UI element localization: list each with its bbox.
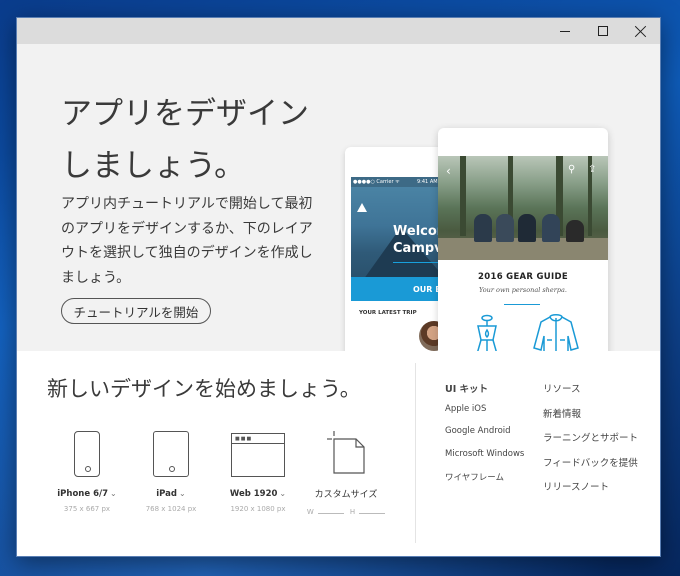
preset-iphone-size: 375 x 667 px (63, 505, 111, 513)
ui-kit-heading[interactable]: UI キット (445, 381, 524, 404)
back-chevron-icon: ‹ (446, 164, 451, 178)
link-microsoft-windows[interactable]: Microsoft Windows (445, 449, 524, 472)
hero-title: アプリをデザインしましょう。 (61, 96, 309, 184)
browser-window-icon: ■■■ (231, 433, 285, 477)
blog-button: OUR BLOG (351, 277, 453, 301)
custom-size-label: カスタムサイズ (314, 490, 378, 500)
tablet-icon (153, 431, 189, 477)
chevron-down-icon[interactable]: ⌄ (110, 489, 117, 498)
start-tutorial-button[interactable]: チュートリアルを開始 (61, 298, 211, 324)
status-carrier: ●●●●○ Carrier ᯤ (353, 179, 400, 185)
close-icon (635, 25, 647, 37)
preset-ipad-size: 768 x 1024 px (145, 505, 197, 513)
latest-trip-label: YOUR LATEST TRIP (359, 310, 417, 316)
share-icon: ⇪ (588, 164, 597, 175)
hero-section: アプリをデザインしましょう。 アプリ内チュートリアルで開始して最初のアプリをデザ… (17, 44, 660, 351)
gear-guide-title: 2016 GEAR GUIDE (478, 272, 568, 282)
title-bar[interactable] (17, 18, 660, 44)
new-design-section: 新しいデザインを始めましょう。 iPhone 6/7 ⌄ 375 x 667 px… (17, 351, 660, 556)
preset-ipad[interactable]: iPad ⌄ 768 x 1024 px (141, 431, 201, 513)
preset-ipad-label: iPad (156, 489, 178, 499)
tent-logo-icon (357, 203, 367, 212)
link-resources[interactable]: リソース (543, 381, 638, 406)
minimize-button[interactable] (546, 18, 584, 44)
custom-size-icon (327, 431, 365, 474)
divider (415, 363, 416, 543)
height-field[interactable]: H (350, 506, 386, 516)
phone-icon (74, 431, 100, 477)
chevron-down-icon[interactable]: ⌄ (179, 489, 186, 498)
jacket-icon (533, 314, 579, 351)
link-feedback[interactable]: フィードバックを提供 (543, 455, 638, 480)
maximize-button[interactable] (584, 18, 622, 44)
preset-custom[interactable]: カスタムサイズ W H (303, 429, 389, 516)
status-time: 9:41 AM (417, 179, 438, 185)
preview-phone-back: ●●●●○ Carrier ᯤ 9:41 AM Welcome to Campv… (345, 147, 453, 351)
hero-description: アプリ内チュートリアルで開始して最初のアプリをデザインするか、下のレイアウトを選… (61, 196, 313, 286)
close-button[interactable] (622, 18, 660, 44)
preset-web-size: 1920 x 1080 px (230, 505, 286, 513)
link-apple-ios[interactable]: Apple iOS (445, 404, 524, 427)
search-icon: ⚲ (568, 164, 576, 175)
preset-iphone[interactable]: iPhone 6/7 ⌄ 375 x 667 px (57, 431, 117, 513)
maximize-icon (598, 26, 608, 36)
chevron-down-icon[interactable]: ⌄ (279, 489, 286, 498)
link-learning-support[interactable]: ラーニングとサポート (543, 430, 638, 455)
link-google-android[interactable]: Google Android (445, 426, 524, 449)
width-field[interactable]: W (307, 506, 344, 516)
app-window: アプリをデザインしましょう。 アプリ内チュートリアルで開始して最初のアプリをデザ… (16, 17, 661, 557)
start-title: 新しいデザインを始めましょう。 (47, 377, 361, 401)
preset-iphone-label: iPhone 6/7 (57, 489, 109, 499)
campers-photo: ‹ ⚲ ⇪ (438, 156, 608, 260)
preset-web[interactable]: ■■■ Web 1920 ⌄ 1920 x 1080 px (223, 431, 293, 513)
link-release-notes[interactable]: リリースノート (543, 479, 638, 504)
link-wireframe[interactable]: ワイヤフレーム (445, 471, 524, 494)
gear-guide-subtitle: Your own personal sherpa. (479, 286, 567, 294)
camp-stove-icon (477, 314, 497, 351)
link-whats-new[interactable]: 新着情報 (543, 406, 638, 431)
status-bar: ●●●●○ Carrier ᯤ 9:41 AM (351, 177, 447, 187)
resource-links: リソース 新着情報 ラーニングとサポート フィードバックを提供 リリースノート (543, 381, 638, 504)
preview-phone-front: ‹ ⚲ ⇪ 2016 GEAR GUIDE Your own personal … (438, 128, 608, 351)
preset-web-label: Web 1920 (229, 489, 278, 499)
ui-kit-links: UI キット Apple iOS Google Android Microsof… (445, 381, 524, 494)
minimize-icon (560, 30, 570, 32)
